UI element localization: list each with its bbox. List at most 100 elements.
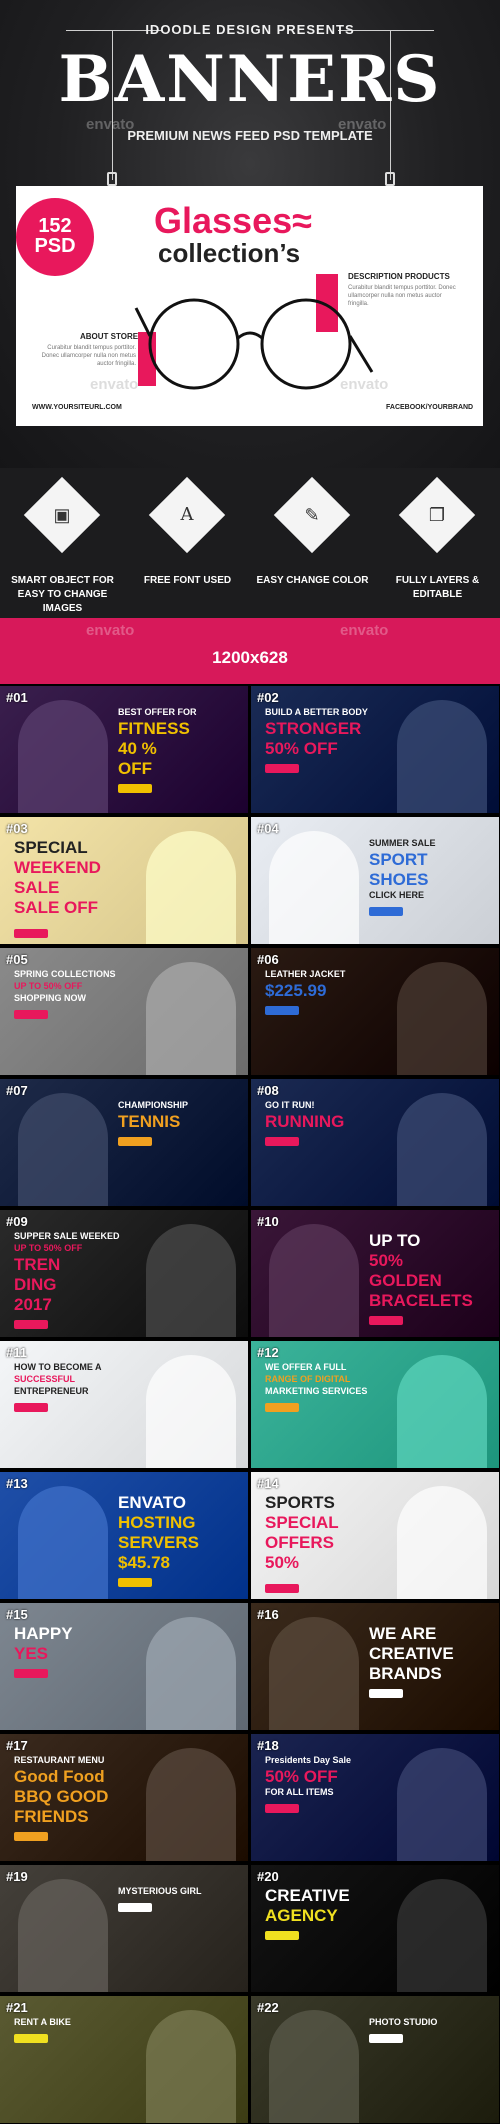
banner-cta-button[interactable] bbox=[118, 1137, 152, 1146]
banner-cta-button[interactable] bbox=[369, 1316, 403, 1325]
banner-cta-button[interactable] bbox=[14, 1669, 48, 1678]
banner-text: SUCCESSFUL bbox=[14, 1374, 76, 1384]
banner-text: SPRING COLLECTIONS bbox=[14, 969, 116, 979]
banner-photo bbox=[397, 1355, 487, 1468]
feature-label: FREE FONT USED bbox=[143, 575, 232, 586]
banner-text: BRANDS bbox=[369, 1664, 442, 1683]
banner-text: DING bbox=[14, 1275, 57, 1294]
banner-text: 2017 bbox=[14, 1295, 52, 1314]
banner-tile[interactable]: #01 BEST OFFER FOR FITNESS 40 % OFF bbox=[0, 686, 248, 813]
banner-size-label: 1200x628 bbox=[212, 648, 288, 667]
banner-photo bbox=[397, 1748, 487, 1861]
banner-photo bbox=[269, 831, 359, 944]
banner-text: AGENCY bbox=[265, 1906, 338, 1925]
banner-number: #16 bbox=[257, 1607, 279, 1622]
banner-tile[interactable]: #21 RENT A BIKE bbox=[0, 1996, 248, 2123]
banner-photo bbox=[18, 1879, 108, 1992]
banner-tile[interactable]: #11 HOW TO BECOME A SUCCESSFUL ENTREPRENEUR bbox=[0, 1341, 248, 1468]
banner-text: MYSTERIOUS GIRL bbox=[118, 1886, 202, 1896]
banner-cta-button[interactable] bbox=[265, 1804, 299, 1813]
banner-number: #12 bbox=[257, 1345, 279, 1360]
banner-cta-button[interactable] bbox=[118, 1578, 152, 1587]
banner-number: #07 bbox=[6, 1083, 28, 1098]
banner-cta-button[interactable] bbox=[14, 1320, 48, 1329]
banner-tile[interactable]: #09 SUPPER SALE WEEKED UP TO 50% OFF TREN DI… bbox=[0, 1210, 248, 1337]
banner-number: #11 bbox=[6, 1345, 27, 1360]
banner-tile[interactable]: #02 BUILD A BETTER BODY STRONGER 50% OFF bbox=[251, 686, 499, 813]
banner-number: #02 bbox=[257, 690, 279, 705]
page-subtitle: PREMIUM NEWS FEED PSD TEMPLATE bbox=[127, 128, 373, 143]
banner-cta-button[interactable] bbox=[14, 929, 48, 938]
promo-page: IDOODLE DESIGN PRESENTS BANNERS PREMIUM … bbox=[0, 0, 500, 2124]
banner-text: SPORTS bbox=[265, 1493, 335, 1512]
banner-text: Presidents Day Sale bbox=[265, 1755, 352, 1765]
banner-tile[interactable]: #08 GO IT RUN! RUNNING bbox=[251, 1079, 499, 1206]
banner-cta-button[interactable] bbox=[265, 1931, 299, 1940]
banner-text: BEST OFFER FOR bbox=[118, 707, 197, 717]
banner-tile[interactable]: #03 SPECIAL WEEKEND SALE SALE OFF bbox=[0, 817, 248, 944]
banner-text: PHOTO STUDIO bbox=[369, 2017, 438, 2027]
banner-tile[interactable]: #19 MYSTERIOUS GIRL bbox=[0, 1865, 248, 1992]
banner-text: CREATIVE bbox=[265, 1886, 350, 1905]
banner-photo bbox=[146, 962, 236, 1075]
binder-clip-right-icon bbox=[385, 172, 395, 186]
banner-text: UP TO 50% OFF bbox=[14, 1243, 83, 1253]
banner-photo bbox=[146, 2010, 236, 2123]
banner-photo bbox=[269, 1224, 359, 1337]
banner-tile[interactable]: #04 SUMMER SALE SPORT SHOES CLICK HERE bbox=[251, 817, 499, 944]
banner-tile[interactable]: #05 SPRING COLLECTIONS UP TO 50% OFF SHOPPI… bbox=[0, 948, 248, 1075]
banner-tile[interactable]: #12 WE OFFER A FULL RANGE OF DIGITAL MARKET… bbox=[251, 1341, 499, 1468]
banner-cta-button[interactable] bbox=[265, 1403, 299, 1412]
banner-cta-button[interactable] bbox=[369, 907, 403, 916]
banner-text: SERVERS bbox=[118, 1533, 199, 1552]
banner-text: WE ARE bbox=[369, 1624, 437, 1643]
banner-cta-button[interactable] bbox=[14, 1403, 48, 1412]
banner-text: Good Food bbox=[14, 1767, 105, 1786]
banner-text: CHAMPIONSHIP bbox=[118, 1100, 189, 1110]
banner-cta-button[interactable] bbox=[14, 2034, 48, 2043]
banner-text: YES bbox=[14, 1644, 49, 1663]
banner-cta-button[interactable] bbox=[118, 784, 152, 793]
preview-title: Glasses≈ bbox=[154, 200, 312, 241]
about-heading: ABOUT STORE bbox=[80, 332, 139, 341]
banner-tile[interactable]: #16 WE ARE CREATIVE BRANDS bbox=[251, 1603, 499, 1730]
banner-tile[interactable]: #13 ENVATO HOSTING SERVERS $45.78 bbox=[0, 1472, 248, 1599]
banner-text: 50% OFF bbox=[265, 739, 338, 758]
banner-tile[interactable]: #18 Presidents Day Sale 50% OFF FOR ALL ITE… bbox=[251, 1734, 499, 1861]
banner-tile[interactable]: #10 UP TO 50% GOLDEN BRACELETS bbox=[251, 1210, 499, 1337]
header: IDOODLE DESIGN PRESENTS BANNERS PREMIUM … bbox=[0, 0, 500, 468]
banner-cta-button[interactable] bbox=[369, 2034, 403, 2043]
banner-photo bbox=[269, 1617, 359, 1730]
facebook-handle: FACEBOOK/YOURBRAND bbox=[386, 404, 474, 411]
banner-tile[interactable]: #06 LEATHER JACKET $225.99 bbox=[251, 948, 499, 1075]
banner-cta-button[interactable] bbox=[265, 1006, 299, 1015]
banner-text: CLICK HERE bbox=[369, 890, 425, 900]
banner-tile[interactable]: #14 SPORTS SPECIAL OFFERS 50% bbox=[251, 1472, 499, 1599]
banner-cta-button[interactable] bbox=[265, 1137, 299, 1146]
banner-text: UP TO 50% OFF bbox=[14, 981, 83, 991]
banner-tile[interactable]: #20 CREATIVE AGENCY bbox=[251, 1865, 499, 1992]
banner-text: MARKETING SERVICES bbox=[265, 1386, 368, 1396]
banner-tile[interactable]: #15 HAPPY YES bbox=[0, 1603, 248, 1730]
banner-tile[interactable]: #17 RESTAURANT MENU Good Food BBQ GOOD FRIEN… bbox=[0, 1734, 248, 1861]
banner-tile[interactable]: #22 PHOTO STUDIO bbox=[251, 1996, 499, 2123]
banner-text: SALE OFF bbox=[14, 898, 99, 917]
banner-text: HAPPY bbox=[14, 1624, 73, 1643]
banner-cta-button[interactable] bbox=[369, 1689, 403, 1698]
banner-cta-button[interactable] bbox=[265, 764, 299, 773]
banner-cta-button[interactable] bbox=[118, 1903, 152, 1912]
banner-cta-button[interactable] bbox=[14, 1010, 48, 1019]
banner-photo bbox=[397, 700, 487, 813]
banner-text: FOR ALL ITEMS bbox=[265, 1787, 334, 1797]
banner-cta-button[interactable] bbox=[14, 1832, 48, 1841]
feature-label: EASY CHANGE COLOR bbox=[256, 575, 369, 586]
banner-text: GO IT RUN! bbox=[265, 1100, 315, 1110]
banner-number: #19 bbox=[6, 1869, 28, 1884]
banner-photo bbox=[146, 1748, 236, 1861]
preview-subtitle: collection’s bbox=[158, 238, 301, 268]
banner-tile[interactable]: #07 CHAMPIONSHIP TENNIS bbox=[0, 1079, 248, 1206]
banner-text: SUPPER SALE WEEKED bbox=[14, 1231, 120, 1241]
banner-text: ENTREPRENEUR bbox=[14, 1386, 89, 1396]
banner-text: BRACELETS bbox=[369, 1291, 473, 1310]
banner-cta-button[interactable] bbox=[265, 1584, 299, 1593]
